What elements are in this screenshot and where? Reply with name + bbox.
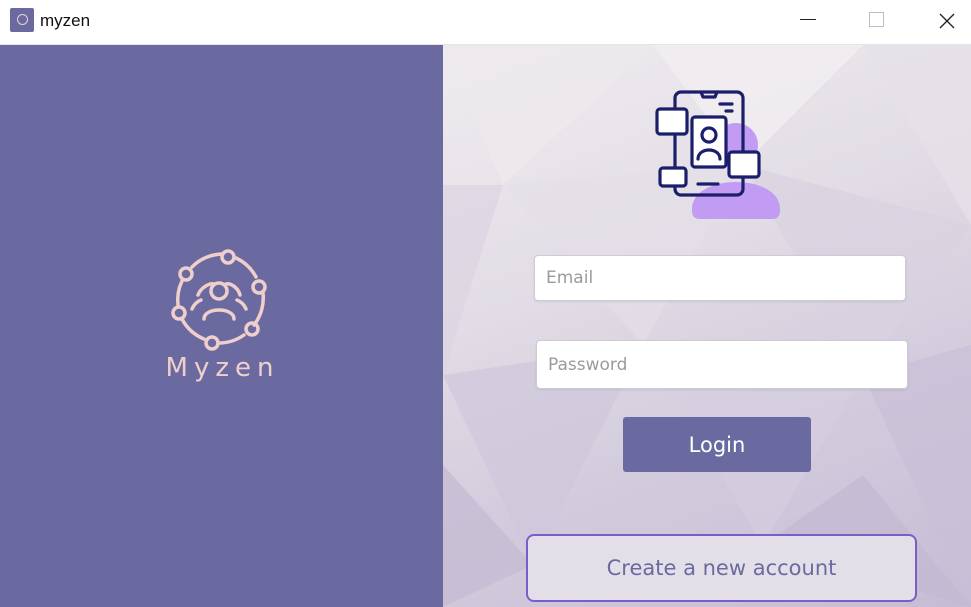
network-people-icon xyxy=(171,249,267,351)
login-button[interactable]: Login xyxy=(623,417,811,472)
email-field[interactable] xyxy=(534,255,906,301)
app-window: myzen Myzen Email Login Create a new acc… xyxy=(0,0,971,607)
brand-panel: Myzen xyxy=(0,45,443,607)
brand-name: Myzen xyxy=(165,353,280,383)
close-button[interactable] xyxy=(924,0,970,40)
app-icon xyxy=(10,8,34,32)
minimize-icon xyxy=(800,19,816,20)
close-icon xyxy=(939,13,955,29)
title-bar: myzen xyxy=(0,0,971,45)
login-panel: Login Create a new account xyxy=(443,45,971,607)
password-field[interactable] xyxy=(536,340,908,389)
create-account-button[interactable]: Create a new account xyxy=(526,534,917,602)
window-title: myzen xyxy=(40,11,91,30)
maximize-button[interactable] xyxy=(853,0,899,40)
mobile-user-profile-icon xyxy=(655,90,780,219)
minimize-button[interactable] xyxy=(785,0,831,40)
maximize-icon xyxy=(869,12,884,27)
